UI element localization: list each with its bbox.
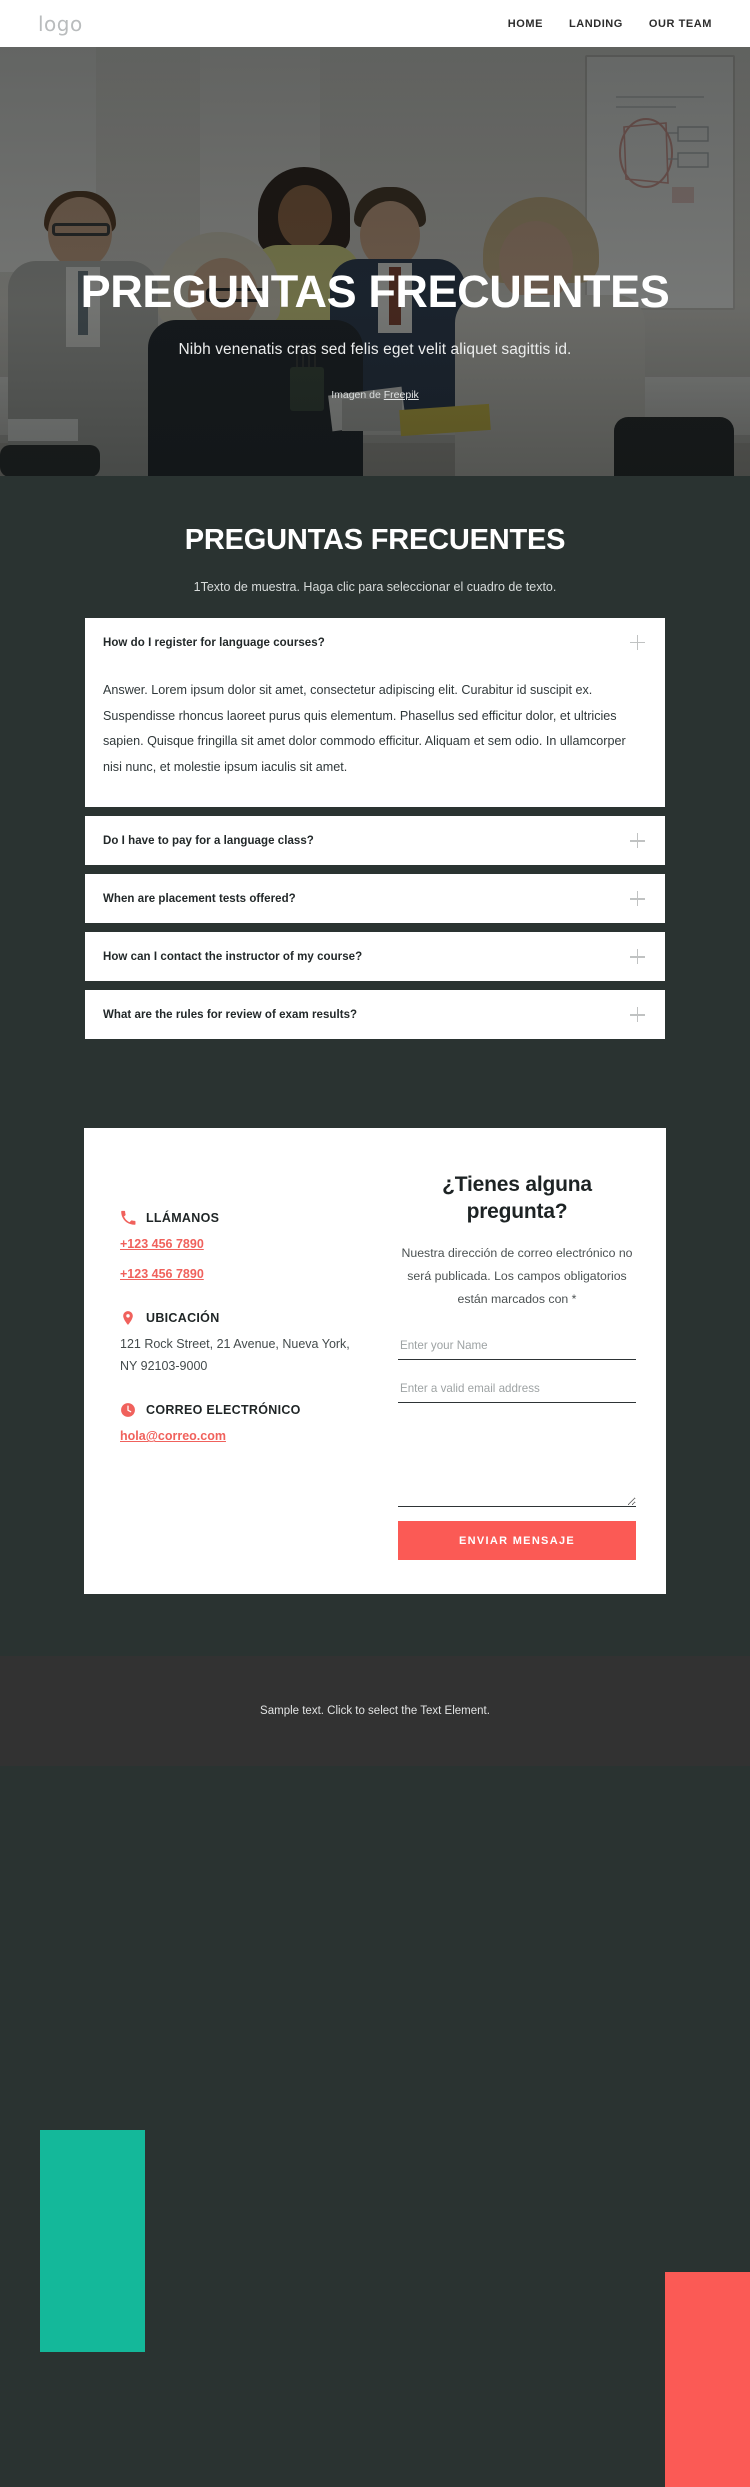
faq-item-header[interactable]: Do I have to pay for a language class? (85, 816, 665, 865)
credit-prefix: Imagen de (331, 389, 384, 402)
contact-address-line-1: 121 Rock Street, 21 Avenue, Nueva York, (120, 1337, 350, 1352)
contact-phone-group: LLÁMANOS +123 456 7890 +123 456 7890 (120, 1210, 366, 1285)
faq-item-header[interactable]: How can I contact the instructor of my c… (85, 932, 665, 981)
faq-question: Do I have to pay for a language class? (103, 834, 314, 847)
plus-icon[interactable] (630, 635, 645, 650)
hero-subtitle: Nibh venenatis cras sed felis eget velit… (178, 341, 572, 359)
site-header: logo HOME LANDING OUR TEAM (0, 0, 750, 47)
faq-item: When are placement tests offered? (85, 874, 665, 924)
faq-question: How can I contact the instructor of my c… (103, 950, 363, 963)
contact-email-group: CORREO ELECTRÓNICO hola@correo.com (120, 1402, 366, 1448)
plus-icon[interactable] (630, 949, 645, 965)
form-title: ¿Tienes alguna pregunta? (442, 1173, 592, 1224)
faq-question: What are the rules for review of exam re… (103, 1008, 358, 1021)
contact-email-value[interactable]: hola@correo.com (120, 1426, 226, 1448)
decorative-teal-block (40, 2130, 145, 2353)
contact-form: ENVIAR MENSAJE (398, 1335, 636, 1561)
contact-phone-value-1[interactable]: +123 456 7890 (120, 1234, 204, 1256)
faq-accordion: How do I register for language courses? … (85, 618, 665, 1040)
faq-answer: Answer. Lorem ipsum dolor sit amet, cons… (103, 683, 626, 774)
phone-icon (121, 1211, 136, 1226)
faq-item-header[interactable]: When are placement tests offered? (85, 874, 665, 923)
faq-question: When are placement tests offered? (103, 892, 296, 905)
hero-title: PREGUNTAS FRECUENTES (80, 266, 670, 317)
decorative-red-block (665, 2272, 750, 2487)
credit-link-freepik[interactable]: Freepik (384, 389, 419, 401)
site-footer: Sample text. Click to select the Text El… (0, 1656, 750, 1767)
message-textarea[interactable] (398, 1421, 636, 1508)
email-input[interactable] (398, 1378, 636, 1404)
contact-phone-value-2[interactable]: +123 456 7890 (120, 1264, 204, 1286)
site-logo[interactable]: logo (38, 12, 83, 36)
main-nav: HOME LANDING OUR TEAM (508, 18, 712, 30)
faq-section: PREGUNTAS FRECUENTES 1Texto de muestra. … (0, 476, 750, 1040)
plus-icon[interactable] (630, 833, 645, 849)
plus-icon[interactable] (630, 1007, 645, 1023)
map-pin-icon (123, 1311, 133, 1326)
clock-icon (121, 1403, 135, 1418)
faq-item-header[interactable]: How do I register for language courses? (85, 618, 665, 667)
faq-item-header[interactable]: What are the rules for review of exam re… (85, 990, 665, 1039)
contact-section: LLÁMANOS +123 456 7890 +123 456 7890 UBI… (0, 1048, 750, 2487)
contact-location-group: UBICACIÓN 121 Rock Street, 21 Avenue, Nu… (120, 1310, 366, 1377)
hero-image-credit: Imagen de Freepik (0, 389, 750, 401)
hero-section: PREGUNTAS FRECUENTES Nibh venenatis cras… (0, 47, 750, 476)
plus-icon[interactable] (630, 891, 645, 907)
contact-location-label: UBICACIÓN (146, 1311, 220, 1326)
faq-section-title: PREGUNTAS FRECUENTES (184, 524, 566, 556)
nav-link-home[interactable]: HOME (508, 18, 543, 30)
contact-phone-label: LLÁMANOS (146, 1211, 220, 1226)
faq-question: How do I register for language courses? (103, 636, 325, 649)
faq-item: Do I have to pay for a language class? (85, 816, 665, 866)
faq-answer-panel: Answer. Lorem ipsum dolor sit amet, cons… (85, 667, 665, 807)
contact-address-line-2: NY 92103-9000 (120, 1358, 208, 1373)
faq-section-subtitle: 1Texto de muestra. Haga clic para selecc… (193, 580, 557, 594)
contact-form-column: ¿Tienes alguna pregunta? Nuestra direcci… (384, 1162, 666, 1561)
submit-button[interactable]: ENVIAR MENSAJE (398, 1521, 636, 1561)
contact-email-label: CORREO ELECTRÓNICO (146, 1403, 301, 1418)
faq-item: How do I register for language courses? … (85, 618, 665, 808)
faq-item: What are the rules for review of exam re… (85, 990, 665, 1040)
footer-text: Sample text. Click to select the Text El… (260, 1705, 490, 1718)
contact-info-column: LLÁMANOS +123 456 7890 +123 456 7890 UBI… (84, 1162, 384, 1560)
form-description: Nuestra dirección de correo electrónico … (401, 1246, 633, 1307)
faq-item: How can I contact the instructor of my c… (85, 932, 665, 982)
nav-link-our-team[interactable]: OUR TEAM (649, 18, 712, 30)
contact-card: LLÁMANOS +123 456 7890 +123 456 7890 UBI… (84, 1128, 666, 1595)
nav-link-landing[interactable]: LANDING (569, 18, 623, 30)
name-input[interactable] (398, 1335, 636, 1361)
